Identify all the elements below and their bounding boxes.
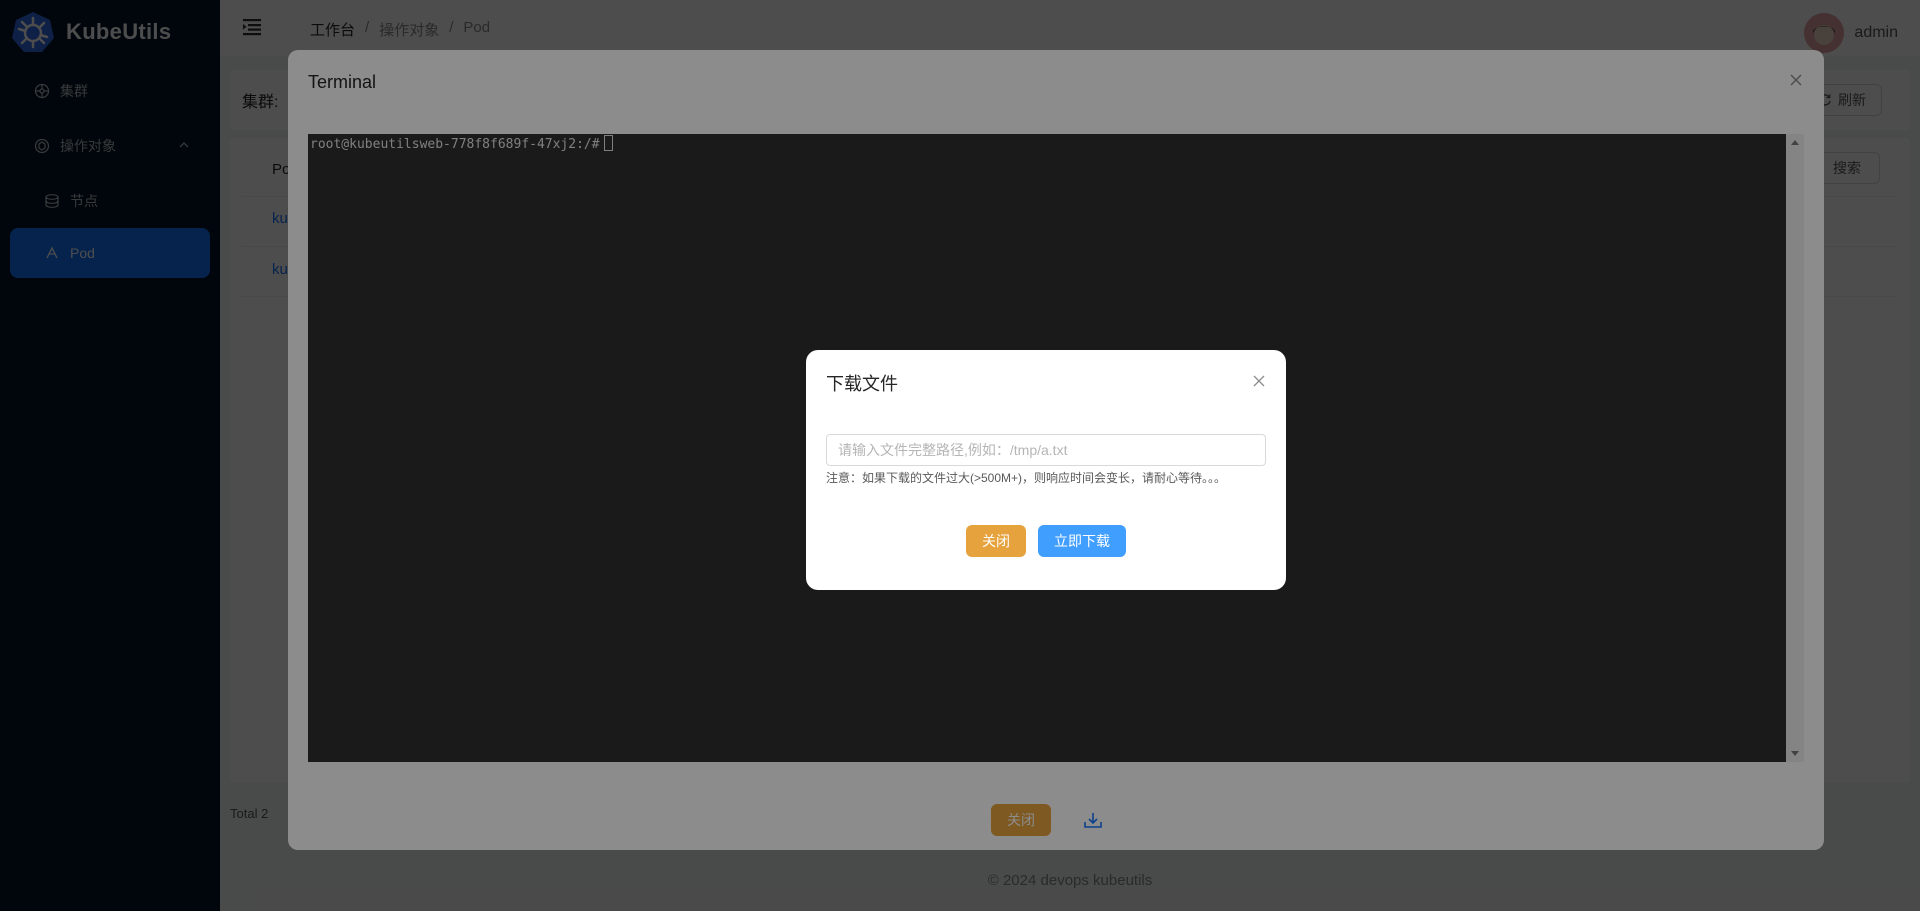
file-path-input[interactable] [826, 434, 1266, 466]
download-now-button[interactable]: 立即下载 [1038, 525, 1126, 557]
dialog-title: 下载文件 [826, 374, 898, 394]
close-button[interactable]: 关闭 [966, 525, 1026, 557]
download-size-note: 注意：如果下载的文件过大(>500M+)，则响应时间会变长，请耐心等待。。。 [826, 471, 1227, 485]
download-file-dialog: 下载文件 注意：如果下载的文件过大(>500M+)，则响应时间会变长，请耐心等待… [806, 350, 1286, 590]
close-icon[interactable] [1252, 374, 1266, 388]
